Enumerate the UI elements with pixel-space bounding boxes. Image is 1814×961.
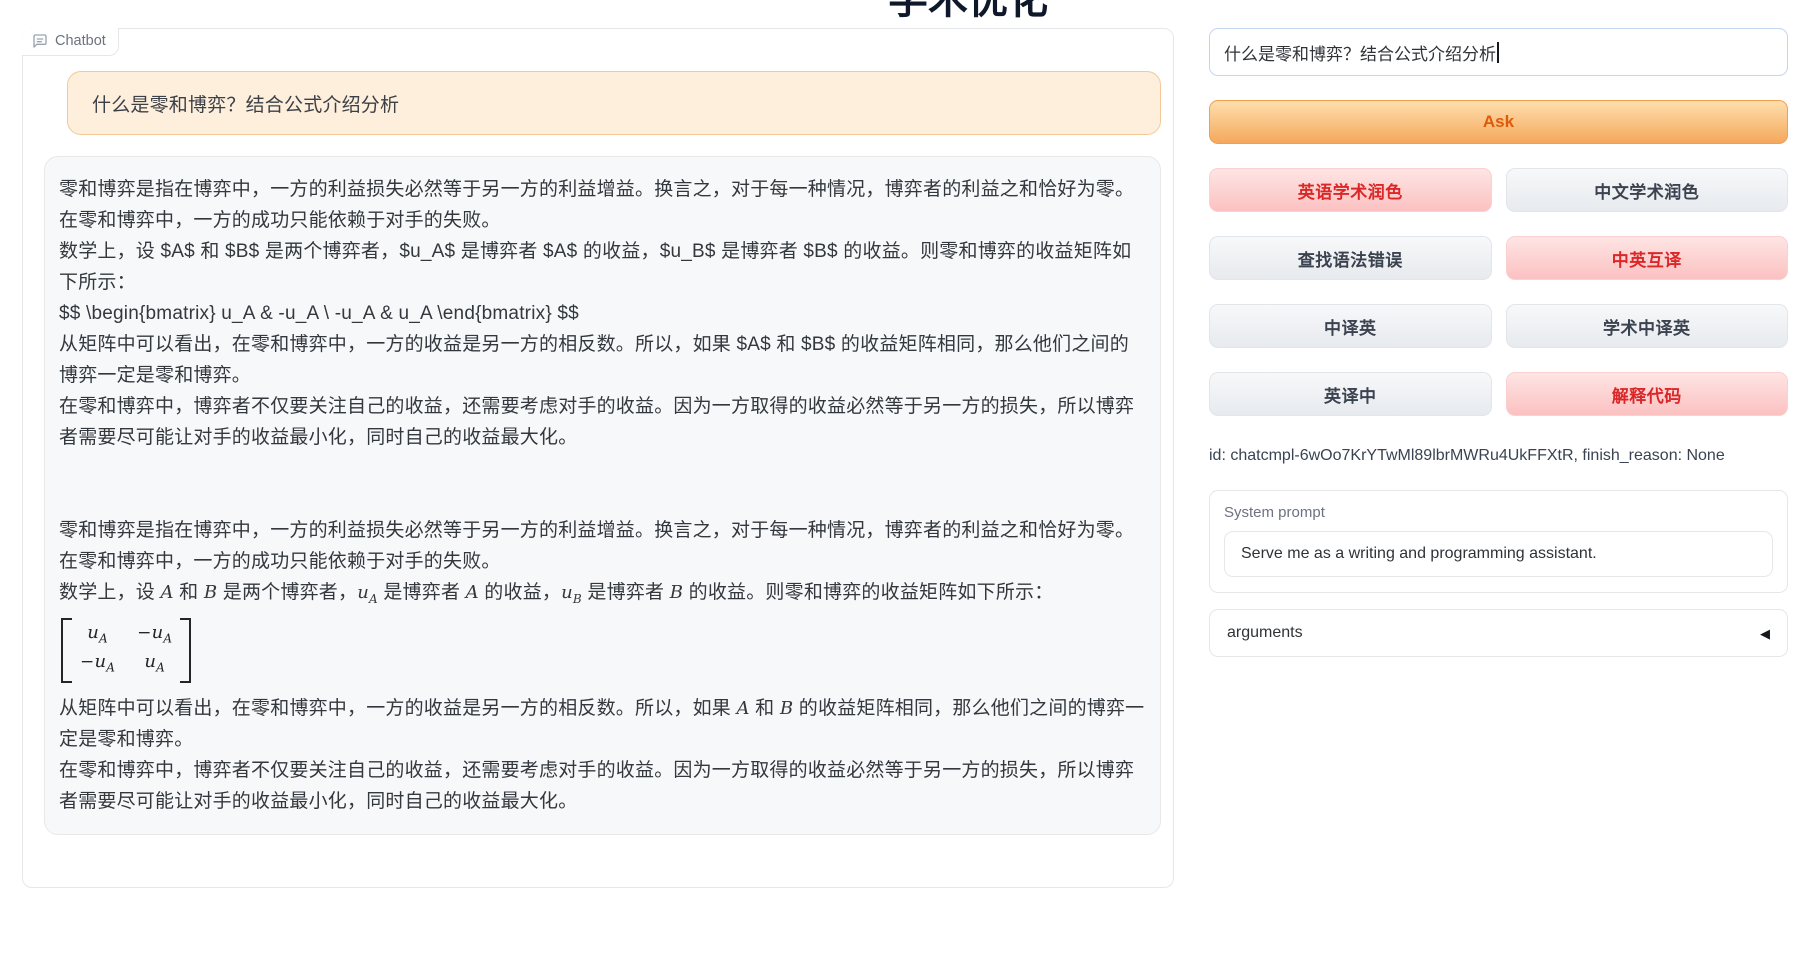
function-button-grid: 英语学术润色 中文学术润色 查找语法错误 中英互译 中译英 学术中译英 英译中 … <box>1209 168 1788 416</box>
matrix-cell: −uA <box>80 650 115 679</box>
chatbot-label-text: Chatbot <box>55 33 106 49</box>
btn-explain-code[interactable]: 解释代码 <box>1506 372 1789 416</box>
bot-rendered-paragraph: 数学上，设 A 和 B 是两个博弈者，uA 是博弈者 A 的收益，uB 是博弈者… <box>59 577 1146 615</box>
chat-bubble-icon <box>32 33 48 49</box>
bot-raw-paragraph: 从矩阵中可以看出，在零和博弈中，一方的收益是另一方的相反数。所以，如果 $A$ … <box>59 329 1146 391</box>
system-prompt-value: Serve me as a writing and programming as… <box>1241 545 1597 563</box>
bot-raw-paragraph: 在零和博弈中，博弈者不仅要关注自己的收益，还需要考虑对手的收益。因为一方取得的收… <box>59 391 1146 453</box>
btn-find-grammar-errors[interactable]: 查找语法错误 <box>1209 236 1492 280</box>
control-column: 什么是零和博弈？结合公式介绍分析 Ask 英语学术润色 中文学术润色 查找语法错… <box>1209 28 1788 657</box>
page-title-clipped: 学术优化 <box>888 0 1048 25</box>
user-message: 什么是零和博弈？结合公式介绍分析 <box>67 71 1161 135</box>
btn-english-academic-polish[interactable]: 英语学术润色 <box>1209 168 1492 212</box>
matrix-cell: −uA <box>137 621 172 650</box>
ask-button[interactable]: Ask <box>1209 100 1788 144</box>
bot-message: 零和博弈是指在博弈中，一方的利益损失必然等于另一方的利益增益。换言之，对于每一种… <box>44 156 1161 835</box>
system-prompt-group: System prompt Serve me as a writing and … <box>1209 490 1788 593</box>
matrix-cell: uA <box>144 650 165 679</box>
bot-rendered-paragraph: 零和博弈是指在博弈中，一方的利益损失必然等于另一方的利益增益。换言之，对于每一种… <box>59 515 1146 577</box>
arguments-accordion-label: arguments <box>1227 624 1303 642</box>
btn-chinese-academic-polish[interactable]: 中文学术润色 <box>1506 168 1789 212</box>
btn-en-to-zh[interactable]: 英译中 <box>1209 372 1492 416</box>
arguments-accordion[interactable]: arguments ◀ <box>1209 609 1788 657</box>
matrix-cells: uA −uA −uA uA <box>72 618 180 683</box>
bot-raw-latex-formula: $$ \begin{bmatrix} u_A & -u_A \ -u_A & u… <box>59 298 1146 329</box>
accordion-collapsed-arrow-icon: ◀ <box>1760 627 1770 640</box>
matrix-left-bracket <box>61 618 72 683</box>
paragraph-gap <box>59 453 1146 515</box>
bot-raw-paragraph: 数学上，设 $A$ 和 $B$ 是两个博弈者，$u_A$ 是博弈者 $A$ 的收… <box>59 236 1146 298</box>
btn-academic-zh-to-en[interactable]: 学术中译英 <box>1506 304 1789 348</box>
matrix-cell: uA <box>87 621 108 650</box>
bot-rendered-paragraph: 从矩阵中可以看出，在零和博弈中，一方的收益是另一方的相反数。所以，如果 A 和 … <box>59 693 1146 755</box>
payoff-matrix: uA −uA −uA uA <box>61 618 191 683</box>
question-input-value: 什么是零和博弈？结合公式介绍分析 <box>1224 40 1496 65</box>
user-message-text: 什么是零和博弈？结合公式介绍分析 <box>92 90 399 117</box>
bot-raw-paragraph: 零和博弈是指在博弈中，一方的利益损失必然等于另一方的利益增益。换言之，对于每一种… <box>59 174 1146 236</box>
system-prompt-input[interactable]: Serve me as a writing and programming as… <box>1224 531 1773 577</box>
text-cursor <box>1497 42 1499 63</box>
chatbot-label: Chatbot <box>22 28 119 56</box>
response-status-line: id: chatcmpl-6wOo7KrYTwMl89lbrMWRu4UkFFX… <box>1209 447 1788 465</box>
bot-rendered-paragraph: 在零和博弈中，博弈者不仅要关注自己的收益，还需要考虑对手的收益。因为一方取得的收… <box>59 755 1146 817</box>
question-input[interactable]: 什么是零和博弈？结合公式介绍分析 <box>1209 28 1788 76</box>
system-prompt-label: System prompt <box>1224 504 1773 521</box>
matrix-right-bracket <box>180 618 191 683</box>
btn-zh-to-en[interactable]: 中译英 <box>1209 304 1492 348</box>
btn-zh-en-mutual-translate[interactable]: 中英互译 <box>1506 236 1789 280</box>
chatbot-panel[interactable]: Chatbot 什么是零和博弈？结合公式介绍分析 零和博弈是指在博弈中，一方的利… <box>22 28 1174 888</box>
